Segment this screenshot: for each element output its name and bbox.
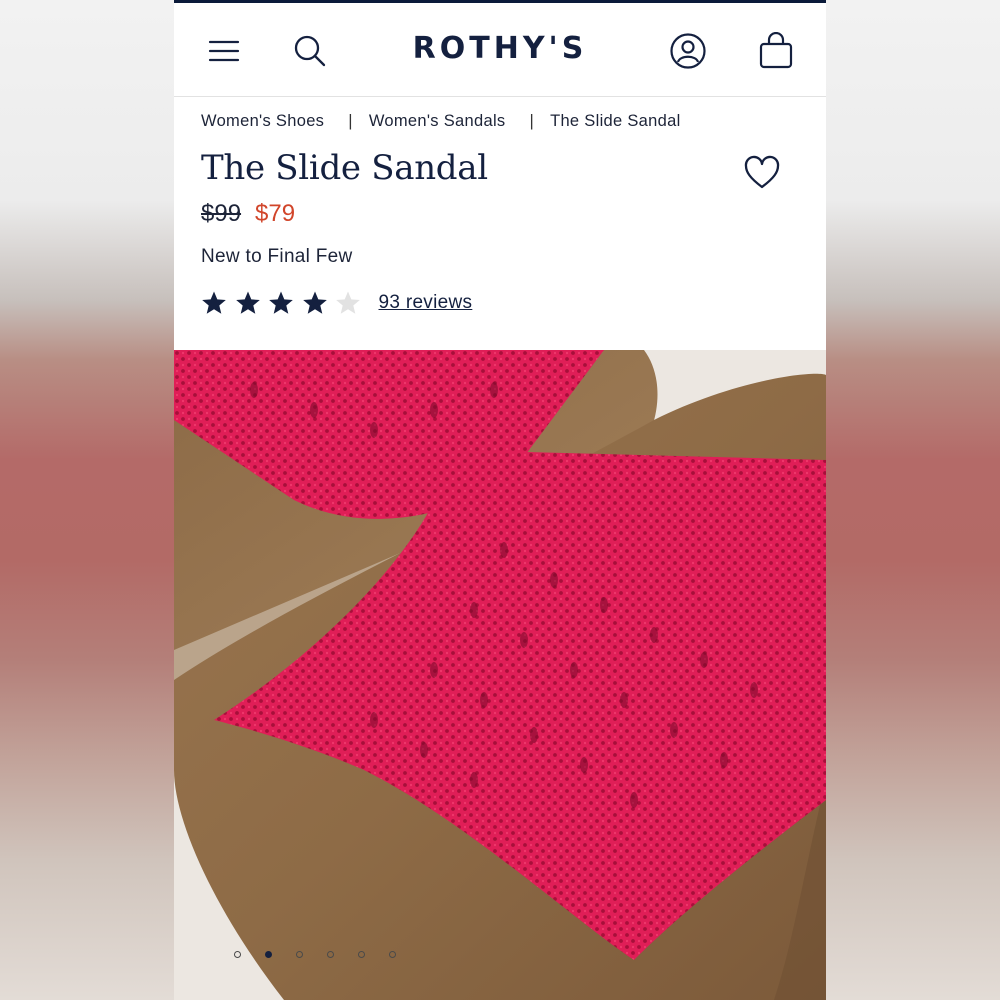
gallery-dot[interactable] <box>327 951 334 958</box>
gallery-dot[interactable] <box>265 951 272 958</box>
product-photo <box>174 350 826 1000</box>
gallery-dot[interactable] <box>389 951 396 958</box>
breadcrumb-current[interactable]: The Slide Sandal <box>550 112 680 131</box>
gallery-dot[interactable] <box>358 951 365 958</box>
reviews-link[interactable]: 93 reviews <box>379 292 473 314</box>
wishlist-button[interactable] <box>742 153 782 193</box>
star-icon-filled <box>269 291 293 314</box>
site-header: ROTHY'S <box>174 3 826 97</box>
bag-icon <box>759 32 793 69</box>
sale-price: $79 <box>255 200 296 227</box>
product-page: ROTHY'S Women's Shoes | Women's Sandals … <box>174 0 826 1000</box>
bag-button[interactable] <box>754 29 798 73</box>
star-icon-filled <box>202 291 226 314</box>
brand-logo[interactable]: ROTHY'S <box>174 31 826 66</box>
product-image[interactable] <box>174 350 826 1000</box>
breadcrumb-separator: | <box>348 111 353 130</box>
star-icon-filled <box>302 291 327 314</box>
breadcrumb-separator: | <box>529 111 535 130</box>
gallery-pagination <box>234 951 396 958</box>
star-icon-empty <box>336 291 360 314</box>
price-block: $99 $79 <box>201 200 295 228</box>
original-price: $99 <box>201 200 242 227</box>
product-tag: New to Final Few <box>201 246 353 267</box>
account-icon <box>670 33 706 69</box>
rating-row[interactable]: 93 reviews <box>201 290 472 316</box>
heart-icon <box>744 155 780 189</box>
account-button[interactable] <box>666 29 710 73</box>
breadcrumb-womens-shoes[interactable]: Women's Shoes <box>201 112 324 131</box>
gallery-dot[interactable] <box>296 951 303 958</box>
gallery-dot[interactable] <box>234 951 241 958</box>
star-icon-filled <box>235 291 260 314</box>
breadcrumb-womens-sandals[interactable]: Women's Sandals <box>369 112 506 131</box>
breadcrumb: Women's Shoes | Women's Sandals | The Sl… <box>201 110 681 132</box>
product-title: The Slide Sandal <box>201 148 488 188</box>
